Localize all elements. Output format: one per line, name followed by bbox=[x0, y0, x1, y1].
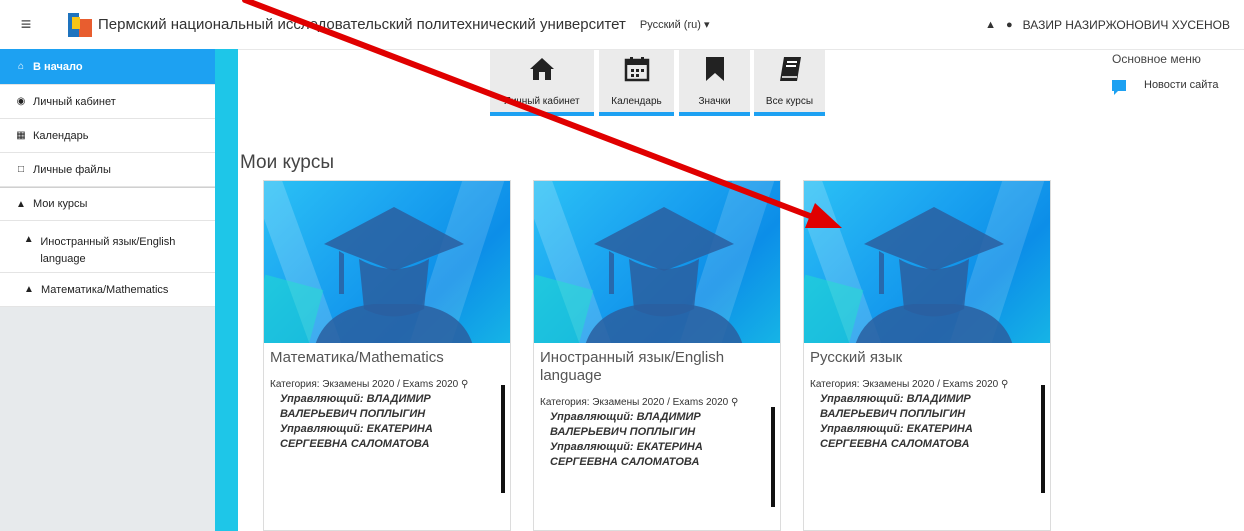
course-contacts: Управляющий: ВЛАДИМИР ВАЛЕРЬЕВИЧ ПОПЛЫГИ… bbox=[280, 392, 495, 452]
user-area: ▲ ● ВАЗИР НАЗИРЖОНОВИЧ ХУСЕНОВ bbox=[985, 0, 1230, 50]
course-contacts: Управляющий: ВЛАДИМИР ВАЛЕРЬЕВИЧ ПОПЛЫГИ… bbox=[550, 410, 765, 470]
course-category: Категория: Экзамены 2020 / Exams 2020 ⚲ bbox=[270, 379, 504, 390]
sidebar-item-course-english[interactable]: ▲ Иностранный язык/English language bbox=[0, 221, 215, 273]
sidebar-item-calendar[interactable]: ▦ Календарь bbox=[0, 119, 215, 153]
course-contact-line: СЕРГЕЕВНА САЛОМАТОВА bbox=[280, 438, 430, 450]
sidebar-item-private-files[interactable]: □ Личные файлы bbox=[0, 153, 215, 187]
quick-link-label: Значки bbox=[698, 96, 731, 107]
site-news-link[interactable]: Новости сайта bbox=[1112, 79, 1232, 95]
course-category-text: Категория: Экзамены 2020 / Exams 2020 bbox=[270, 379, 459, 390]
key-icon: ⚲ bbox=[731, 397, 739, 408]
user-menu[interactable]: ВАЗИР НАЗИРЖОНОВИЧ ХУСЕНОВ bbox=[1023, 18, 1230, 32]
quick-link-label: Личный кабинет bbox=[504, 96, 580, 107]
sidebar-item-label: Математика/Mathematics bbox=[41, 283, 169, 296]
sidebar-item-my-courses[interactable]: ▲ Мои курсы bbox=[0, 187, 215, 221]
graduate-silhouette-icon bbox=[855, 207, 1013, 343]
page-title: Мои курсы bbox=[240, 152, 335, 173]
course-image[interactable] bbox=[264, 181, 510, 343]
sidebar-item-dashboard[interactable]: ◉ Личный кабинет bbox=[0, 85, 215, 119]
course-image[interactable] bbox=[534, 181, 780, 343]
sidebar-item-label: Календарь bbox=[33, 129, 89, 142]
course-contact-line: Управляющий: ВЛАДИМИР bbox=[820, 393, 971, 405]
course-category: Категория: Экзамены 2020 / Exams 2020 ⚲ bbox=[540, 397, 774, 408]
course-card[interactable]: Математика/Mathematics Категория: Экзаме… bbox=[263, 180, 511, 531]
notification-bell-icon[interactable]: ▲ bbox=[985, 19, 996, 31]
quick-link-label: Все курсы bbox=[765, 96, 814, 107]
site-name[interactable]: Пермский национальный исследовательский … bbox=[98, 16, 626, 33]
book-icon bbox=[754, 56, 825, 90]
graduate-silhouette-icon bbox=[315, 207, 473, 343]
course-contact-line: ВАЛЕРЬЕВИЧ ПОПЛЫГИН bbox=[280, 408, 426, 420]
file-icon: □ bbox=[17, 164, 25, 175]
contacts-scrollbar[interactable] bbox=[1041, 385, 1045, 493]
calendar-icon bbox=[599, 56, 674, 90]
key-icon: ⚲ bbox=[1001, 379, 1009, 390]
decorative-strip bbox=[215, 49, 238, 531]
quick-link-all-courses[interactable]: Все курсы bbox=[754, 50, 825, 116]
course-contact-line: Управляющий: ЕКАТЕРИНА bbox=[280, 423, 433, 435]
course-contact-line: Управляющий: ЕКАТЕРИНА bbox=[820, 423, 973, 435]
quick-link-label: Календарь bbox=[611, 96, 662, 107]
top-navbar: ≡ Пермский национальный исследовательски… bbox=[0, 0, 1244, 50]
sidebar-item-label: Иностранный язык/English language bbox=[40, 236, 176, 265]
language-selector[interactable]: Русский (ru) ▾ bbox=[640, 18, 710, 31]
dashboard-icon: ◉ bbox=[16, 96, 26, 107]
comments-icon bbox=[1112, 79, 1126, 95]
main-menu-block-title: Основное меню bbox=[1112, 52, 1201, 66]
bookmark-icon bbox=[679, 56, 750, 90]
quick-link-dashboard[interactable]: Личный кабинет bbox=[490, 50, 594, 116]
quick-link-calendar[interactable]: Календарь bbox=[599, 50, 674, 116]
course-contact-line: ВАЛЕРЬЕВИЧ ПОПЛЫГИН bbox=[550, 426, 696, 438]
course-contact-line: Управляющий: ЕКАТЕРИНА bbox=[550, 441, 703, 453]
sidebar-item-label: Личный кабинет bbox=[33, 95, 116, 108]
course-card[interactable]: Иностранный язык/English language Катего… bbox=[533, 180, 781, 531]
university-logo[interactable] bbox=[68, 12, 92, 37]
sidebar-item-label: В начало bbox=[33, 60, 83, 73]
course-image[interactable] bbox=[804, 181, 1050, 343]
quick-link-badges[interactable]: Значки bbox=[679, 50, 750, 116]
menu-toggle-icon[interactable]: ≡ bbox=[14, 14, 38, 35]
sidebar-item-home[interactable]: ⌂ В начало bbox=[0, 49, 215, 85]
course-category-text: Категория: Экзамены 2020 / Exams 2020 bbox=[810, 379, 999, 390]
graduation-cap-icon: ▲ bbox=[24, 284, 34, 295]
home-icon: ⌂ bbox=[17, 61, 25, 72]
left-sidebar: ⌂ В начало ◉ Личный кабинет ▦ Календарь … bbox=[0, 49, 215, 531]
graduation-cap-icon: ▲ bbox=[16, 198, 26, 210]
graduation-cap-icon: ▲ bbox=[23, 234, 34, 245]
course-card[interactable]: Русский язык Категория: Экзамены 2020 / … bbox=[803, 180, 1051, 531]
sidebar-item-label: Личные файлы bbox=[33, 163, 111, 176]
course-contact-line: СЕРГЕЕВНА САЛОМАТОВА bbox=[550, 456, 700, 468]
course-contacts: Управляющий: ВЛАДИМИР ВАЛЕРЬЕВИЧ ПОПЛЫГИ… bbox=[820, 392, 1035, 452]
messages-icon[interactable]: ● bbox=[1006, 19, 1013, 31]
course-name[interactable]: Русский язык bbox=[810, 349, 1044, 367]
graduate-silhouette-icon bbox=[585, 207, 743, 343]
contacts-scrollbar[interactable] bbox=[771, 407, 775, 507]
site-news-label: Новости сайта bbox=[1144, 79, 1219, 91]
course-category-text: Категория: Экзамены 2020 / Exams 2020 bbox=[540, 397, 729, 408]
course-contact-line: ВАЛЕРЬЕВИЧ ПОПЛЫГИН bbox=[820, 408, 966, 420]
home-icon bbox=[490, 56, 594, 90]
course-name[interactable]: Иностранный язык/English language bbox=[540, 349, 774, 385]
calendar-icon: ▦ bbox=[16, 130, 26, 141]
contacts-scrollbar[interactable] bbox=[501, 385, 505, 493]
course-contact-line: СЕРГЕЕВНА САЛОМАТОВА bbox=[820, 438, 970, 450]
course-name[interactable]: Математика/Mathematics bbox=[270, 349, 504, 367]
key-icon: ⚲ bbox=[461, 379, 469, 390]
sidebar-item-course-math[interactable]: ▲ Математика/Mathematics bbox=[0, 273, 215, 307]
course-category: Категория: Экзамены 2020 / Exams 2020 ⚲ bbox=[810, 379, 1044, 390]
sidebar-item-label: Мои курсы bbox=[33, 198, 88, 210]
course-contact-line: Управляющий: ВЛАДИМИР bbox=[280, 393, 431, 405]
course-contact-line: Управляющий: ВЛАДИМИР bbox=[550, 411, 701, 423]
